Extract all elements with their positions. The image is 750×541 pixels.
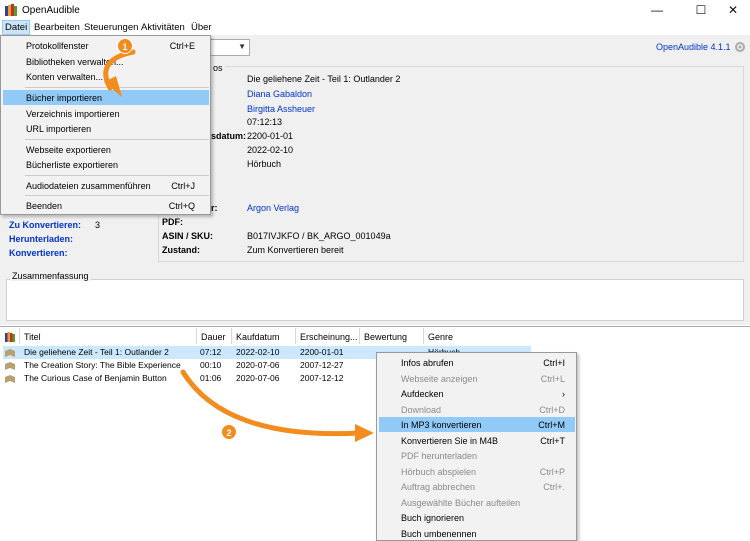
annotation-badge-2: 2 <box>221 424 237 440</box>
annotation-arrows <box>103 49 374 442</box>
annotation-badge-1: 1 <box>117 38 133 54</box>
